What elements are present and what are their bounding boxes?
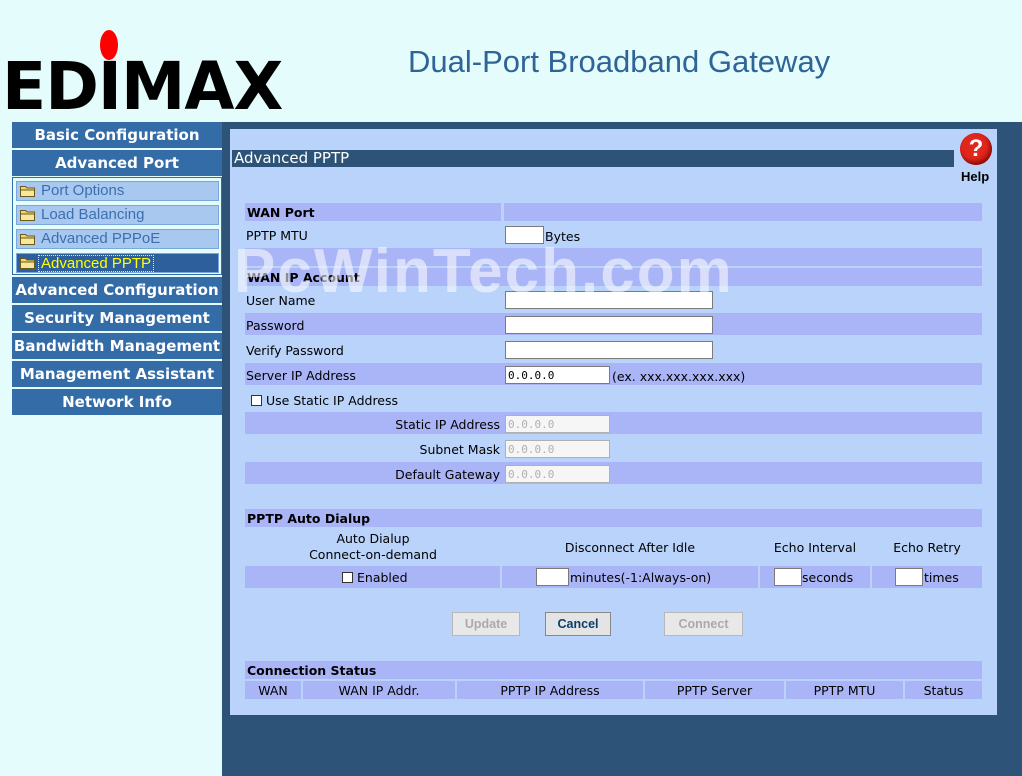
help-button[interactable]: ? Help (958, 133, 996, 185)
password-input[interactable] (505, 316, 713, 334)
wan-port-header-bar-right (504, 203, 982, 221)
wan-port-heading: WAN Port (247, 205, 315, 220)
connection-status-heading: Connection Status (247, 663, 377, 678)
server-ip-label: Server IP Address (246, 368, 356, 383)
sub-item-advanced-pptp[interactable]: Advanced PPTP (16, 253, 219, 273)
nav-management-assistant[interactable]: Management Assistant (12, 361, 222, 388)
col-disconnect-after-idle: Disconnect After Idle (564, 540, 696, 555)
echo-interval-unit: seconds (802, 570, 854, 585)
sub-item-load-balancing[interactable]: Load Balancing (16, 205, 219, 225)
static-ip-label: Static IP Address (395, 417, 500, 432)
server-ip-hint: (ex. xxx.xxx.xxx.xxx) (612, 369, 746, 384)
use-static-ip-checkbox[interactable] (251, 395, 262, 406)
sub-item-advanced-pppoe[interactable]: Advanced PPPoE (16, 229, 219, 249)
help-question-icon: ? (960, 133, 992, 165)
connect-button[interactable]: Connect (664, 612, 743, 636)
sub-item-label: Port Options (41, 182, 125, 199)
watermark: PcWinTech.com (234, 237, 734, 306)
col-auto-dialup-line1: Auto Dialup (336, 531, 410, 546)
folder-icon (20, 210, 35, 221)
echo-interval-input[interactable] (774, 568, 802, 586)
auto-dialup-heading: PPTP Auto Dialup (247, 511, 371, 526)
subnet-mask-label: Subnet Mask (419, 442, 500, 457)
product-title: Dual-Port Broadband Gateway (408, 44, 831, 79)
folder-icon (20, 186, 35, 197)
header: EDIMAX Dual-Port Broadband Gateway (0, 0, 1022, 122)
idle-unit-label: minutes(-1:Always-on) (570, 570, 712, 585)
nav-bandwidth-management[interactable]: Bandwidth Management (12, 333, 222, 360)
sub-item-label: Advanced PPTP (38, 255, 155, 272)
default-gateway-label: Default Gateway (395, 467, 500, 482)
logo-dot (100, 30, 118, 60)
status-col-pptp-server: PPTP Server (676, 683, 753, 698)
use-static-ip-label: Use Static IP Address (266, 393, 399, 408)
echo-retry-unit: times (924, 570, 959, 585)
sub-item-label: Advanced PPPoE (41, 230, 161, 247)
page-title: Advanced PPTP (232, 150, 954, 167)
status-col-pptp-ip: PPTP IP Address (500, 683, 600, 698)
col-auto-dialup-line2: Connect-on-demand (309, 547, 437, 562)
edimax-logo: EDIMAX (0, 14, 283, 120)
sub-item-port-options[interactable]: Port Options (16, 181, 219, 201)
col-echo-retry: Echo Retry (893, 540, 961, 555)
status-col-wan: WAN (258, 683, 288, 698)
idle-minutes-input[interactable] (536, 568, 569, 586)
status-col-wan-ip: WAN IP Addr. (338, 683, 420, 698)
sidebar: Basic Configuration Advanced Port Port O… (0, 122, 222, 776)
static-ip-input[interactable] (505, 415, 610, 433)
status-col-status: Status (923, 683, 964, 698)
folder-icon (20, 258, 35, 269)
verify-password-input[interactable] (505, 341, 713, 359)
nav-advanced-port[interactable]: Advanced Port (12, 150, 222, 177)
password-label: Password (246, 318, 305, 333)
col-echo-interval: Echo Interval (773, 540, 857, 555)
default-gateway-input[interactable] (505, 465, 610, 483)
subnet-mask-input[interactable] (505, 440, 610, 458)
nav-network-info[interactable]: Network Info (12, 389, 222, 416)
cancel-button[interactable]: Cancel (545, 612, 611, 636)
echo-retry-input[interactable] (895, 568, 923, 586)
logo-text: EDIMAX (2, 48, 283, 125)
status-col-pptp-mtu: PPTP MTU (813, 683, 876, 698)
advanced-port-submenu: Port Options Load Balancing Advanced PPP… (12, 177, 222, 275)
server-ip-input[interactable] (505, 366, 610, 384)
help-label: Help (961, 169, 990, 184)
sub-item-label: Load Balancing (41, 206, 145, 223)
enabled-label: Enabled (357, 570, 408, 585)
nav-advanced-configuration[interactable]: Advanced Configuration (12, 277, 222, 304)
update-button[interactable]: Update (452, 612, 520, 636)
verify-password-label: Verify Password (246, 343, 344, 358)
auto-dialup-enabled-checkbox[interactable] (342, 572, 353, 583)
folder-icon (20, 234, 35, 245)
nav-basic-configuration[interactable]: Basic Configuration (12, 122, 222, 149)
nav-security-management[interactable]: Security Management (12, 305, 222, 332)
